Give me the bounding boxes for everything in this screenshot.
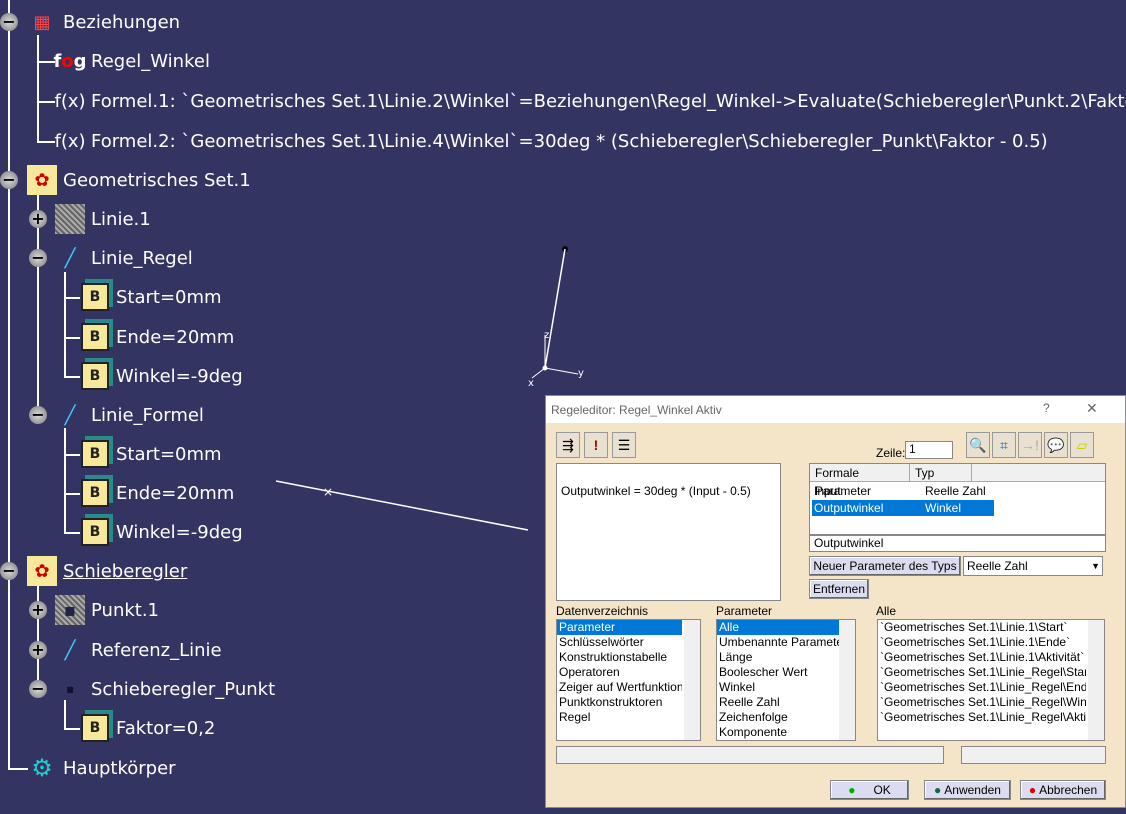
exclamation-icon[interactable]: ! [584, 432, 608, 458]
search-binoculars-icon[interactable]: 🔍 [966, 432, 990, 458]
list-item[interactable]: Punktkonstruktoren [557, 695, 682, 710]
apply-button[interactable]: ● Anwenden [924, 780, 1011, 800]
comment-icon[interactable]: 💬 [1044, 432, 1068, 458]
list-item[interactable]: Reelle Zahl [717, 695, 839, 710]
ok-button[interactable]: ● OK [830, 780, 909, 800]
list-item[interactable]: Konstruktionstabelle [557, 650, 682, 665]
vertical-scrollbar[interactable] [684, 620, 700, 740]
dialog-titlebar: Regeleditor: Regel_Winkel Aktiv ? ✕ [546, 396, 1125, 423]
list-item[interactable]: `Geometrisches Set.1\Linie.1\Aktivität` [878, 650, 1086, 665]
list-item[interactable]: Winkel [717, 680, 839, 695]
list-item[interactable]: Boolescher Wert [717, 665, 839, 680]
new-parameter-button[interactable]: Neuer Parameter des Typs [809, 556, 961, 576]
all-label: Alle [876, 604, 897, 618]
cell: Outputwinkel [814, 501, 884, 515]
vertical-scrollbar[interactable] [839, 620, 855, 740]
axis-z-label: z [544, 330, 549, 341]
list-item[interactable]: Regel [557, 710, 682, 725]
axis-triad: z y x [528, 246, 584, 389]
vertical-scrollbar[interactable] [1088, 620, 1104, 740]
type-select-value: Reelle Zahl [967, 559, 1028, 573]
list-item[interactable]: Komponente [717, 725, 839, 740]
list-item[interactable]: `Geometrisches Set.1\Linie_Regel\Aktivit… [878, 710, 1086, 725]
list-item[interactable]: `Geometrisches Set.1\Linie_Regel\Start` [878, 665, 1086, 680]
red-dot-icon: ● [1028, 783, 1037, 797]
dict-label: Datenverzeichnis [556, 604, 649, 618]
status-field [556, 746, 944, 764]
column-header[interactable]: Formale Parameter [810, 464, 910, 498]
all-parameters-list[interactable]: `Geometrisches Set.1\Linie.1\Start` `Geom… [877, 619, 1105, 741]
cell: Winkel [925, 501, 962, 515]
axis-y-label: y [578, 368, 584, 379]
zeile-label: Zeile: [876, 446, 906, 460]
dark-green-dot-icon: ● [934, 783, 942, 797]
formula-text: Outputwinkel = 30deg * (Input - 0.5) [561, 484, 751, 498]
table-row[interactable]: Outputwinkel Winkel [812, 500, 994, 516]
green-dot-icon: ● [848, 783, 856, 797]
close-button[interactable]: ✕ [1086, 400, 1098, 417]
chevron-down-icon: ▼ [1091, 561, 1100, 571]
list-item[interactable]: Zeichenfolge [717, 710, 839, 725]
cell: Reelle Zahl [925, 484, 986, 498]
list-item[interactable]: Zeiger auf Wertfunktionen [557, 680, 682, 695]
list-item[interactable]: `Geometrisches Set.1\Linie_Regel\Ende` [878, 680, 1086, 695]
status-field-2 [961, 746, 1106, 764]
formal-parameters-table[interactable]: Formale Parameter Typ Input Reelle Zahl O… [809, 463, 1106, 535]
axis-x-label: x [528, 378, 534, 389]
formula-editor[interactable]: Outputwinkel = 30deg * (Input - 0.5) [556, 463, 781, 601]
list-item[interactable]: `Geometrisches Set.1\Linie.1\Ende` [878, 635, 1086, 650]
list-item[interactable]: Umbenannte Parameter [717, 635, 839, 650]
remove-button[interactable]: Entfernen [809, 579, 869, 599]
tree-select-icon[interactable]: ⌗ [992, 432, 1016, 458]
list-item[interactable]: Alle [717, 620, 839, 635]
list-item[interactable]: Schlüsselwörter [557, 635, 682, 650]
indent-icon[interactable]: ☰ [612, 432, 636, 458]
list-item[interactable]: `Geometrisches Set.1\Linie_Regel\Winkel` [878, 695, 1086, 710]
list-item[interactable]: Operatoren [557, 665, 682, 680]
list-item[interactable]: Länge [717, 650, 839, 665]
point-marker: × [323, 485, 333, 499]
toggle-tree-icon[interactable]: ⇶ [556, 432, 580, 458]
list-item[interactable]: Parameter [557, 620, 682, 635]
help-button[interactable]: ? [1043, 401, 1050, 415]
dialog-title: Regeleditor: Regel_Winkel Aktiv [551, 402, 722, 417]
cell: Input [814, 484, 841, 498]
cancel-button[interactable]: ● Abbrechen [1020, 780, 1106, 800]
dictionary-list[interactable]: Parameter Schlüsselwörter Konstruktionstab… [556, 619, 701, 741]
column-header[interactable]: Typ [910, 464, 972, 481]
viewport-geometry: × [275, 363, 545, 531]
type-select[interactable]: Reelle Zahl ▼ [963, 556, 1103, 576]
line-geometry [275, 480, 529, 531]
eraser-icon[interactable]: ▱ [1070, 432, 1094, 458]
list-item[interactable]: `Geometrisches Set.1\Linie.1\Start` [878, 620, 1086, 635]
jump-error-icon[interactable]: →! [1018, 432, 1042, 458]
parameter-name-input[interactable]: Outputwinkel [809, 535, 1106, 552]
zeile-input[interactable]: 1 [905, 441, 953, 459]
table-row[interactable]: Input Reelle Zahl [812, 483, 994, 499]
parameter-type-list[interactable]: Alle Umbenannte Parameter Länge Boolescher … [716, 619, 856, 741]
param-label: Parameter [716, 604, 773, 618]
rule-editor-dialog: Regeleditor: Regel_Winkel Aktiv ? ✕ ⇶ ! … [545, 395, 1126, 808]
